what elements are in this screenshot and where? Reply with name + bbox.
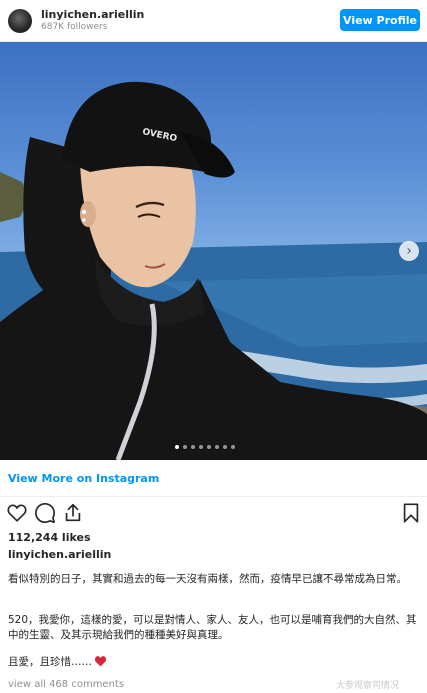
share-upload-icon[interactable] xyxy=(62,502,84,524)
caption-paragraph-3: 且愛，且珍惜…… xyxy=(8,655,420,670)
heart-emoji-icon xyxy=(94,656,107,667)
comment-icon[interactable] xyxy=(34,502,56,524)
caption-paragraph-2: 520，我愛你，這樣的愛，可以是對情人、家人、友人，也可以是哺育我們的大自然、其… xyxy=(8,614,417,641)
carousel-dot xyxy=(175,445,179,449)
avatar[interactable] xyxy=(8,9,32,33)
like-count[interactable]: 112,244 likes xyxy=(8,531,91,544)
like-heart-icon[interactable] xyxy=(6,502,28,524)
view-more-link[interactable]: View More on Instagram xyxy=(8,472,159,485)
header-username[interactable]: linyichen.ariellin xyxy=(41,8,144,21)
caption-username[interactable]: linyichen.ariellin xyxy=(8,548,111,561)
carousel-dots xyxy=(175,445,235,451)
carousel-dot xyxy=(199,445,203,449)
post-photo[interactable]: OVERO › xyxy=(0,42,427,460)
action-bar xyxy=(0,500,427,528)
watermark-text: 大参观察司情况 xyxy=(336,681,400,691)
carousel-dot xyxy=(183,445,187,449)
next-slide-button[interactable]: › xyxy=(399,241,419,261)
caption-line-3: 且愛，且珍惜…… xyxy=(8,656,92,668)
carousel-dot xyxy=(231,445,235,449)
carousel-dot xyxy=(215,445,219,449)
post-header: linyichen.ariellin 687K followers View P… xyxy=(0,0,427,42)
carousel-dot xyxy=(191,445,195,449)
bookmark-icon[interactable] xyxy=(400,502,422,524)
carousel-dot xyxy=(223,445,227,449)
view-profile-button[interactable]: View Profile xyxy=(340,9,420,31)
view-all-comments-link[interactable]: view all 468 comments xyxy=(8,679,124,690)
carousel-dot xyxy=(207,445,211,449)
caption-paragraph-1: 看似特別的日子，其實和過去的每一天沒有兩樣，然而，疫情早已讓不尋常成為日常。 xyxy=(8,573,407,585)
photo-illustration: OVERO xyxy=(0,81,427,460)
follower-count: 687K followers xyxy=(41,22,108,32)
view-more-bar: View More on Instagram xyxy=(0,460,427,497)
